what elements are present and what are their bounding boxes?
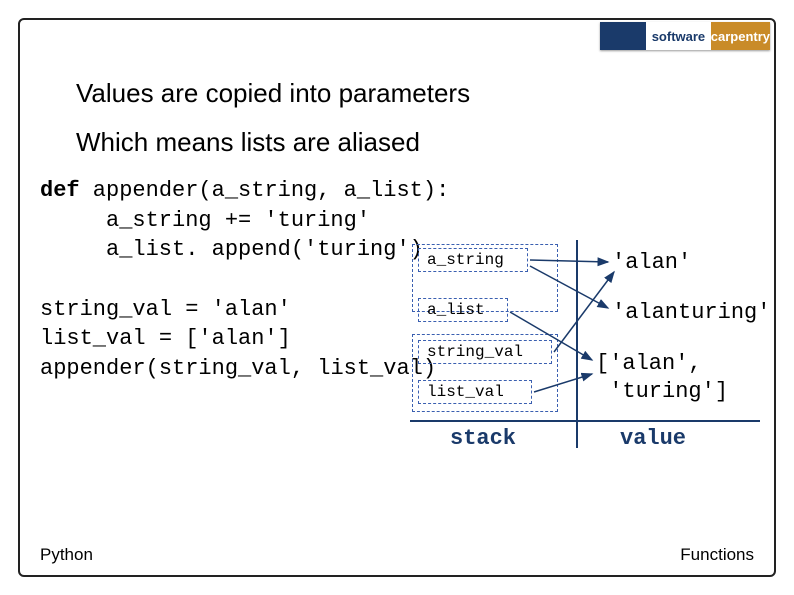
logo-text-carpentry: carpentry xyxy=(711,22,770,50)
logo-text-software: software xyxy=(646,22,711,50)
logo-badge xyxy=(600,22,646,50)
box-a-string: a_string xyxy=(418,248,528,272)
value-list: ['alan', 'turing'] xyxy=(596,350,728,405)
code-line-6: list_val = ['alan'] xyxy=(40,326,291,351)
stack-hline xyxy=(410,420,760,422)
footer-left: Python xyxy=(40,545,93,565)
code-line-3: a_list. append('turing') xyxy=(40,235,423,265)
box-a-list: a_list xyxy=(418,298,508,322)
value-alan: 'alan' xyxy=(612,250,691,275)
box-list-val: list_val xyxy=(418,380,532,404)
stack-vline xyxy=(576,240,578,448)
logo: software carpentry xyxy=(600,22,770,50)
header-stack: stack xyxy=(450,426,516,451)
box-string-val: string_val xyxy=(418,340,552,364)
slide-content: Values are copied into parameters Which … xyxy=(40,78,770,384)
code-signature: appender(a_string, a_list): xyxy=(80,178,450,203)
keyword-def: def xyxy=(40,178,80,203)
code-line-7: appender(string_val, list_val) xyxy=(40,356,436,381)
bullet-1: Values are copied into parameters xyxy=(76,78,770,109)
footer-right: Functions xyxy=(680,545,754,565)
bullet-2: Which means lists are aliased xyxy=(76,127,770,158)
header-value: value xyxy=(620,426,686,451)
code-line-5: string_val = 'alan' xyxy=(40,297,291,322)
code-line-2: a_string += 'turing' xyxy=(40,206,370,236)
value-alanturing: 'alanturing' xyxy=(612,300,770,325)
